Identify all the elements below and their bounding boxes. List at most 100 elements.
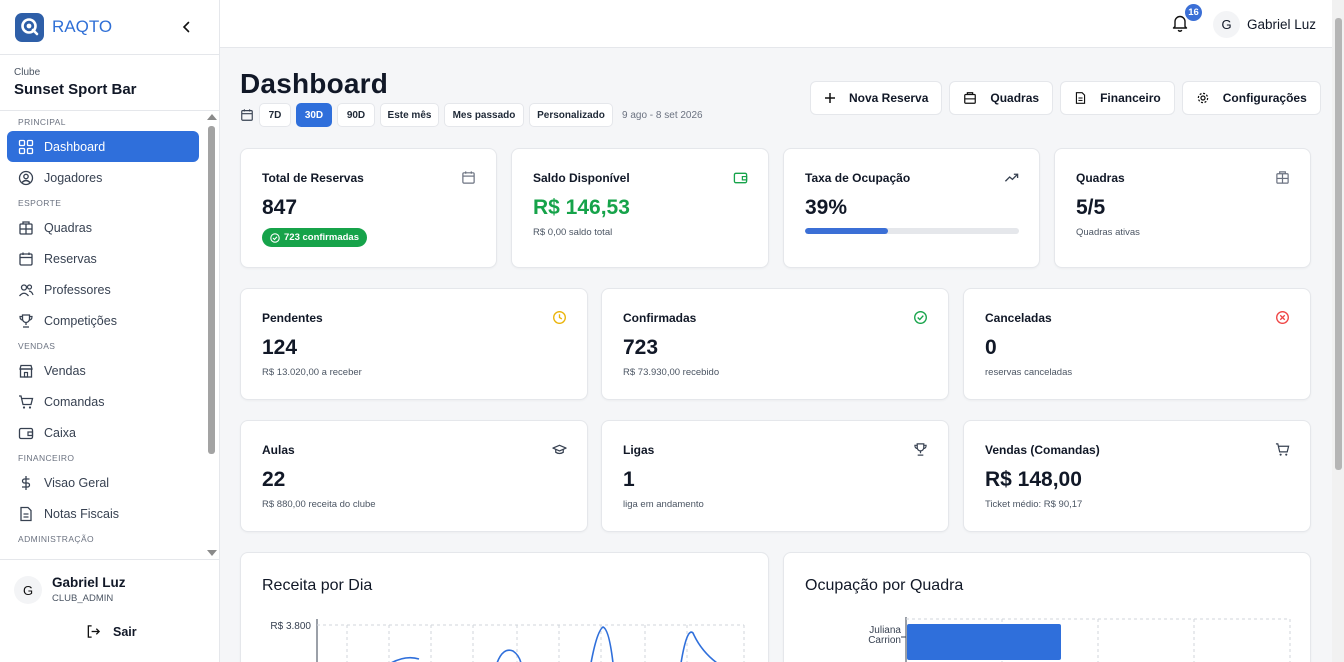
sidebar-item-competicoes[interactable]: Competições [7,305,199,336]
sidebar-item-jogadores[interactable]: Jogadores [7,162,199,193]
filter-7d-button[interactable]: 7D [259,103,291,127]
user-role: CLUB_ADMIN [52,593,114,604]
sidebar-item-label: Notas Fiscais [44,506,120,521]
dollar-icon [17,474,34,491]
sidebar-item-visao-geral[interactable]: Visao Geral [7,467,199,498]
nova-reserva-label: Nova Reserva [849,91,929,105]
sidebar-item-label: Comandas [44,394,105,409]
page-scrollbar[interactable] [1332,0,1344,662]
quadras-button[interactable]: Quadras [949,81,1054,115]
logout-icon [87,625,101,638]
filter-mes-passado-button[interactable]: Mes passado [444,103,524,127]
filter-este-mes-button[interactable]: Este mês [380,103,439,127]
brand-name: RAQTO [52,17,113,36]
sidebar-item-vendas[interactable]: Vendas [7,355,199,386]
quadras-card[interactable]: Quadras 5/5 Quadras ativas [1054,148,1311,268]
avatar[interactable]: G [14,576,42,604]
taxa-ocupacao-card[interactable]: Taxa de Ocupação 39% [783,148,1040,268]
page-scrollbar-thumb[interactable] [1335,18,1342,470]
page-title: Dashboard [240,68,389,99]
configuracoes-label: Configurações [1222,91,1307,105]
card-title: Aulas [262,443,295,457]
sidebar-item-label: Quadras [44,220,92,235]
sidebar-item-dashboard[interactable]: Dashboard [7,131,199,162]
card-title: Quadras [1076,171,1125,185]
sidebar-item-label: Reservas [44,251,97,266]
sidebar-item-reservas[interactable]: Reservas [7,243,199,274]
scroll-up-arrow-icon[interactable] [207,114,217,120]
sidebar-item-caixa[interactable]: Caixa [7,417,199,448]
card-value: R$ 148,00 [985,468,1082,491]
card-title: Saldo Disponível [533,171,630,185]
logout-label: Sair [113,624,137,639]
topbar: 16 G Gabriel Luz [220,0,1332,48]
user-name: Gabriel Luz [52,575,126,590]
total-reservas-card[interactable]: Total de Reservas 847 723 confirmadas [240,148,497,268]
sidebar-item-label: Professores [44,282,111,297]
topbar-user-name[interactable]: Gabriel Luz [1247,17,1316,32]
trophy-icon [914,443,927,456]
user-box: G Gabriel Luz CLUB_ADMIN Sair [0,559,219,662]
filter-30d-button[interactable]: 30D [296,103,332,127]
card-title: Total de Reservas [262,171,364,185]
aulas-card[interactable]: Aulas 22 R$ 880,00 receita do clube [240,420,588,532]
revenue-line-chart: R$ 3.800 [270,619,745,662]
configuracoes-button[interactable]: Configurações [1181,81,1321,115]
occupancy-progress-bar [805,228,1019,234]
quick-actions: Nova Reserva Quadras Financeiro Configur… [810,81,1328,115]
card-value: R$ 146,53 [533,196,630,219]
nav-section-administracao: ADMINISTRAÇÃO [18,534,95,544]
ligas-card[interactable]: Ligas 1 liga em andamento [601,420,949,532]
graduation-cap-icon [552,444,567,455]
scrollbar-thumb[interactable] [208,126,215,454]
sidebar-item-notas-fiscais[interactable]: Notas Fiscais [7,498,199,529]
sidebar-scrollbar[interactable] [206,112,218,558]
sidebar-item-label: Dashboard [44,139,106,154]
card-title: Vendas (Comandas) [985,443,1100,457]
calendar-icon [462,171,475,184]
collapse-sidebar-button[interactable] [179,19,193,35]
bar-juliana-carrion [907,624,1061,660]
vendas-comandas-card[interactable]: Vendas (Comandas) R$ 148,00 Ticket médio… [963,420,1311,532]
sidebar: RAQTO Clube Sunset Sport Bar PRINCIPAL D… [0,0,220,662]
card-sub: R$ 13.020,00 a receber [262,367,362,378]
nav-section-esporte: ESPORTE [18,198,62,208]
chart-title: Ocupação por Quadra [805,577,964,594]
building-icon [1276,171,1289,184]
sidebar-item-label: Caixa [44,425,76,440]
filter-personalizado-button[interactable]: Personalizado [529,103,613,127]
sidebar-item-label: Vendas [44,363,86,378]
sidebar-nav: PRINCIPAL Dashboard Jogadores ESPORTE Qu… [0,112,206,558]
card-title: Confirmadas [623,311,697,325]
chevron-left-icon [182,21,190,33]
sidebar-item-comandas[interactable]: Comandas [7,386,199,417]
saldo-disponivel-card[interactable]: Saldo Disponível R$ 146,53 R$ 0,00 saldo… [511,148,769,268]
logout-button[interactable]: Sair [86,624,137,639]
financeiro-button[interactable]: Financeiro [1060,81,1175,115]
card-sub: R$ 73.930,00 recebido [623,367,720,378]
raqto-logo-icon [15,12,44,42]
sidebar-item-quadras[interactable]: Quadras [7,212,199,243]
card-value: 1 [623,468,635,491]
card-title: Taxa de Ocupação [805,171,911,185]
avatar[interactable]: G [1213,11,1240,38]
card-value: 39% [805,196,848,219]
card-value: 22 [262,468,286,491]
club-selector[interactable]: Clube Sunset Sport Bar [0,55,219,111]
card-sub: liga em andamento [623,499,704,510]
card-title: Pendentes [262,311,323,325]
club-name: Sunset Sport Bar [14,81,137,98]
confirmed-badge: 723 confirmadas [262,228,367,247]
quadras-label: Quadras [990,91,1040,105]
nova-reserva-button[interactable]: Nova Reserva [810,81,943,115]
pendentes-card[interactable]: Pendentes 124 R$ 13.020,00 a receber [240,288,588,400]
canceladas-card[interactable]: Canceladas 0 reservas canceladas [963,288,1311,400]
category-label: Carrion [868,635,901,646]
sidebar-item-professores[interactable]: Professores [7,274,199,305]
confirmadas-card[interactable]: Confirmadas 723 R$ 73.930,00 recebido [601,288,949,400]
scroll-down-arrow-icon[interactable] [207,550,217,556]
trophy-icon [17,312,34,329]
file-icon [17,505,34,522]
x-circle-icon [1276,311,1289,324]
filter-90d-button[interactable]: 90D [337,103,375,127]
